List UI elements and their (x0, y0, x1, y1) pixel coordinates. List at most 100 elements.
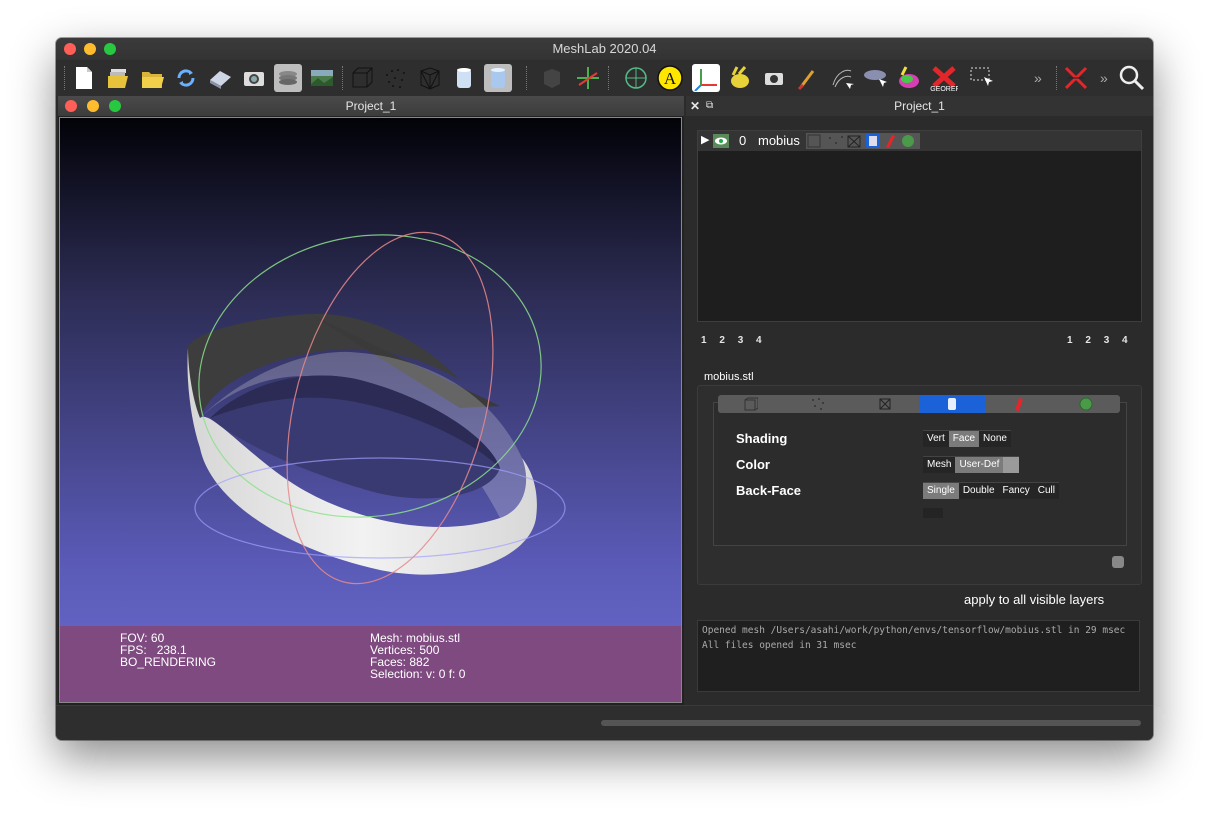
subwindow-titlebar: Project_1 (58, 96, 684, 116)
tab-bbox[interactable] (718, 395, 784, 413)
camera-small-icon (765, 73, 783, 85)
tab-points[interactable] (785, 395, 851, 413)
shading-vert-option[interactable]: Vert (923, 431, 949, 447)
axis-icon (577, 67, 599, 89)
delete-tool-button[interactable] (1062, 64, 1090, 92)
layer-row[interactable]: ▶ 0 mobius (698, 131, 1141, 151)
axis-button[interactable] (574, 64, 602, 92)
measure-tool-button[interactable] (862, 64, 890, 92)
new-project-button[interactable] (70, 64, 98, 92)
left-num-4[interactable]: 4 (756, 335, 762, 346)
layer-panel-titlebar: ✕ ⧉ Project_1 (686, 96, 1153, 116)
camera-icon (244, 72, 264, 86)
render-mode-label: BO_RENDERING (120, 655, 217, 669)
color-mesh-option[interactable]: Mesh (923, 457, 955, 473)
right-num-4[interactable]: 4 (1122, 335, 1128, 346)
subwindow-close-button[interactable] (65, 100, 77, 112)
backface-fancy-option[interactable]: Fancy (999, 483, 1034, 499)
right-num-2[interactable]: 2 (1085, 335, 1091, 346)
landscape-icon (311, 70, 333, 86)
3d-viewport[interactable]: FOV: 60 FPS: 238.1 BO_RENDERING Mesh: mo… (59, 117, 682, 703)
align-tool-button[interactable] (828, 64, 856, 92)
right-num-1[interactable]: 1 (1067, 335, 1073, 346)
close-window-button[interactable] (64, 43, 76, 55)
left-num-1[interactable]: 1 (701, 335, 707, 346)
layer-render-icons (806, 133, 920, 149)
georef-button[interactable]: GEOREF (930, 64, 958, 92)
zoom-window-button[interactable] (104, 43, 116, 55)
bounding-box-icon (352, 67, 373, 88)
trackball-button[interactable] (622, 64, 650, 92)
georef-x-icon: GEOREF (930, 66, 958, 92)
paint-tool-button[interactable] (794, 64, 822, 92)
tab-wireframe[interactable] (852, 395, 918, 413)
reload-button[interactable] (172, 64, 200, 92)
meshlab-window: MeshLab 2020.04 A GEOREF » » Project_1 F… (56, 38, 1153, 740)
cylinder-flat-icon (457, 68, 471, 88)
info-pane-button[interactable]: A (656, 64, 684, 92)
save-mesh-button[interactable] (206, 64, 234, 92)
color-swatch[interactable] (1003, 457, 1020, 473)
minimize-window-button[interactable] (84, 43, 96, 55)
left-layer-numbers[interactable]: 1 2 3 4 (701, 335, 762, 346)
smooth-render-button[interactable] (484, 64, 512, 92)
backface-single-option[interactable]: Single (923, 483, 959, 499)
layer-list[interactable]: ▶ 0 mobius (697, 130, 1142, 322)
svg-text:A: A (664, 69, 677, 88)
left-num-2[interactable]: 2 (719, 335, 725, 346)
decor-tab-icon (1079, 397, 1093, 411)
shading-none-option[interactable]: None (979, 431, 1011, 447)
layers-icon (279, 71, 297, 85)
backface-cull-option[interactable]: Cull (1034, 483, 1059, 499)
open-project-button[interactable] (104, 64, 132, 92)
mobius-mesh-render (187, 231, 566, 585)
select-rect-button[interactable] (968, 64, 996, 92)
light-on-off-button[interactable] (692, 64, 720, 92)
import-mesh-button[interactable] (138, 64, 166, 92)
texture-tab-icon (1015, 398, 1023, 411)
log-line: Opened mesh /Users/asahi/work/python/env… (702, 625, 1126, 636)
mesh-filename: mobius.stl (704, 371, 754, 383)
xyz-axes-icon (694, 69, 717, 91)
toolbar-overflow-button-2[interactable]: » (1100, 70, 1108, 86)
toolbar-separator (608, 66, 610, 90)
right-layer-numbers[interactable]: 1 2 3 4 (1067, 335, 1128, 346)
tab-fill[interactable] (919, 395, 985, 413)
fill-tab-icon (948, 398, 956, 410)
backface-label: Back-Face (736, 483, 802, 498)
color-label: Color (736, 457, 770, 472)
left-num-3[interactable]: 3 (738, 335, 744, 346)
points-render-button[interactable] (382, 64, 410, 92)
subwindow-title: Project_1 (345, 99, 397, 113)
right-num-3[interactable]: 3 (1104, 335, 1110, 346)
mesh-stats: Mesh: mobius.stl Vertices: 500 Faces: 88… (370, 632, 465, 680)
bbox-tab-icon (744, 397, 758, 411)
subwindow-minimize-button[interactable] (87, 100, 99, 112)
wireframe-render-button[interactable] (416, 64, 444, 92)
expand-arrow-icon[interactable]: ▶ (701, 133, 709, 146)
layer-name[interactable]: mobius (758, 133, 800, 148)
search-button[interactable] (1118, 64, 1146, 92)
toolbar-separator (342, 66, 344, 90)
snapshot-button[interactable] (240, 64, 268, 92)
texture-button[interactable] (538, 64, 566, 92)
tab-decorators[interactable] (1053, 395, 1119, 413)
backface-double-option[interactable]: Double (959, 483, 999, 499)
apply-all-checkbox[interactable] (1112, 556, 1124, 568)
tab-texture[interactable] (986, 395, 1052, 413)
paint-select-button[interactable] (896, 64, 924, 92)
subwindow-zoom-button[interactable] (109, 100, 121, 112)
visibility-eye-icon[interactable] (713, 134, 729, 148)
raster-button[interactable] (308, 64, 336, 92)
toolbar-overflow-button[interactable]: » (1034, 70, 1042, 86)
camera-tool-button[interactable] (760, 64, 788, 92)
selection-tool-button[interactable] (726, 64, 754, 92)
shading-face-option[interactable]: Face (948, 431, 980, 447)
flat-render-button[interactable] (450, 64, 478, 92)
bbox-render-button[interactable] (348, 64, 376, 92)
info-overlay: FOV: 60 FPS: 238.1 BO_RENDERING Mesh: mo… (60, 626, 681, 702)
wire-tab-icon (879, 398, 891, 410)
color-userdef-option[interactable]: User-Def (955, 457, 1004, 473)
cylinder-smooth-icon (491, 68, 505, 88)
layer-dialog-button[interactable] (274, 64, 302, 92)
